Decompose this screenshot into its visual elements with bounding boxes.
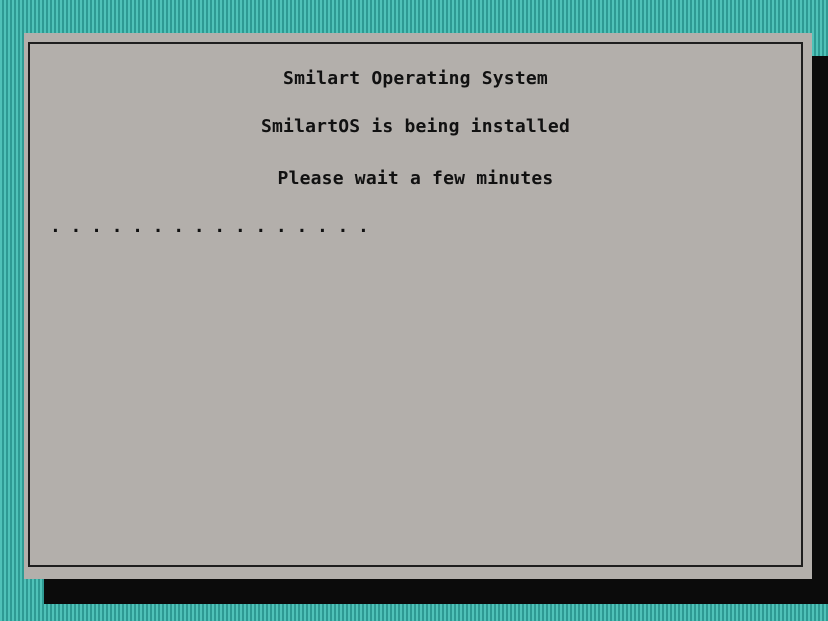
installer-dialog: Smilart Operating System SmilartOS is be…: [24, 33, 812, 579]
progress-dots: ................: [50, 216, 379, 237]
wait-message: Please wait a few minutes: [277, 168, 554, 189]
dialog-border: Smilart Operating System SmilartOS is be…: [28, 42, 803, 567]
installer-title: Smilart Operating System: [283, 68, 548, 89]
install-status-text: SmilartOS is being installed: [260, 116, 571, 137]
